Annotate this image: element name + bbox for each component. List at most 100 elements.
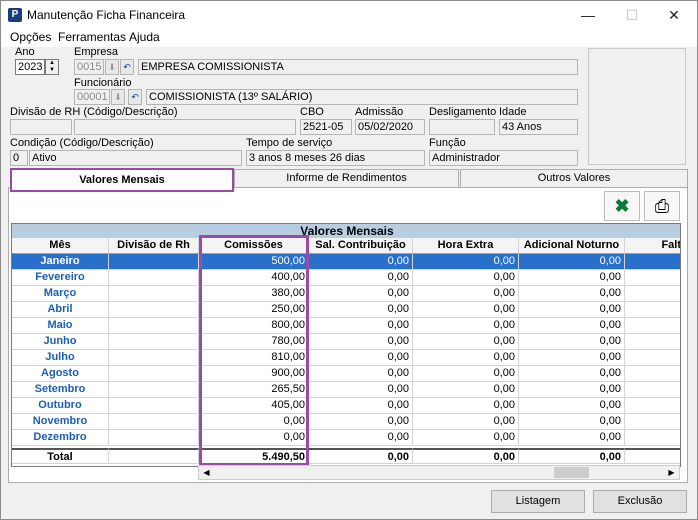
cell-sal-contribuicao[interactable]: 0,00 bbox=[309, 430, 413, 446]
cell-mes[interactable]: Agosto bbox=[12, 366, 109, 382]
scroll-right-icon[interactable]: ▶ bbox=[665, 467, 678, 479]
maximize-button[interactable]: ☐ bbox=[610, 1, 654, 29]
cell-faltas[interactable] bbox=[625, 302, 680, 318]
table-row[interactable]: Abril 250,00 0,00 0,00 0,00 bbox=[12, 302, 680, 318]
funcionario-undo-icon[interactable]: ↶ bbox=[128, 89, 142, 105]
minimize-button[interactable]: — bbox=[566, 1, 610, 29]
tab-outros-valores[interactable]: Outros Valores bbox=[460, 169, 688, 187]
cell-hora-extra[interactable]: 0,00 bbox=[413, 398, 519, 414]
col-faltas[interactable]: Falt bbox=[625, 238, 680, 254]
cell-adicional-noturno[interactable]: 0,00 bbox=[519, 398, 625, 414]
col-adicional-noturno[interactable]: Adicional Noturno bbox=[519, 238, 625, 254]
menu-ajuda[interactable]: Ajuda bbox=[129, 30, 160, 44]
cell-hora-extra[interactable]: 0,00 bbox=[413, 302, 519, 318]
cell-faltas[interactable] bbox=[625, 398, 680, 414]
cell-adicional-noturno[interactable]: 0,00 bbox=[519, 254, 625, 270]
scroll-thumb[interactable] bbox=[554, 467, 589, 478]
cell-faltas[interactable] bbox=[625, 350, 680, 366]
cell-mes[interactable]: Setembro bbox=[12, 382, 109, 398]
cell-divisao[interactable] bbox=[109, 382, 199, 398]
cell-hora-extra[interactable]: 0,00 bbox=[413, 318, 519, 334]
cell-adicional-noturno[interactable]: 0,00 bbox=[519, 286, 625, 302]
tab-informe-rendimentos[interactable]: Informe de Rendimentos bbox=[234, 169, 459, 187]
funcionario-search-icon[interactable]: ⬇ bbox=[111, 89, 125, 105]
exclusao-button[interactable]: Exclusão bbox=[593, 490, 687, 513]
cell-hora-extra[interactable]: 0,00 bbox=[413, 382, 519, 398]
cell-faltas[interactable] bbox=[625, 382, 680, 398]
cell-faltas[interactable] bbox=[625, 254, 680, 270]
cell-hora-extra[interactable]: 0,00 bbox=[413, 366, 519, 382]
table-row[interactable]: Junho 780,00 0,00 0,00 0,00 bbox=[12, 334, 680, 350]
col-mes[interactable]: Mês bbox=[12, 238, 109, 254]
table-row[interactable]: Janeiro 500,00 0,00 0,00 0,00 bbox=[12, 254, 680, 270]
cell-divisao[interactable] bbox=[109, 254, 199, 270]
ano-spinner[interactable]: ▲ ▼ bbox=[45, 59, 59, 75]
cell-sal-contribuicao[interactable]: 0,00 bbox=[309, 318, 413, 334]
cell-hora-extra[interactable]: 0,00 bbox=[413, 270, 519, 286]
cell-adicional-noturno[interactable]: 0,00 bbox=[519, 302, 625, 318]
empresa-code-field[interactable]: 0015 bbox=[74, 59, 104, 75]
cell-faltas[interactable] bbox=[625, 334, 680, 350]
cell-divisao[interactable] bbox=[109, 286, 199, 302]
cell-faltas[interactable] bbox=[625, 286, 680, 302]
close-button[interactable]: ✕ bbox=[652, 1, 696, 29]
cell-adicional-noturno[interactable]: 0,00 bbox=[519, 350, 625, 366]
empresa-search-icon[interactable]: ⬇ bbox=[105, 59, 119, 75]
table-row[interactable]: Maio 800,00 0,00 0,00 0,00 bbox=[12, 318, 680, 334]
cell-sal-contribuicao[interactable]: 0,00 bbox=[309, 350, 413, 366]
cell-faltas[interactable] bbox=[625, 414, 680, 430]
table-row[interactable]: Outubro 405,00 0,00 0,00 0,00 bbox=[12, 398, 680, 414]
tab-valores-mensais[interactable]: Valores Mensais bbox=[10, 168, 234, 192]
cell-mes[interactable]: Maio bbox=[12, 318, 109, 334]
cell-divisao[interactable] bbox=[109, 430, 199, 446]
cell-divisao[interactable] bbox=[109, 302, 199, 318]
cell-divisao[interactable] bbox=[109, 270, 199, 286]
cell-adicional-noturno[interactable]: 0,00 bbox=[519, 334, 625, 350]
col-hora-extra[interactable]: Hora Extra bbox=[413, 238, 519, 254]
col-divisao[interactable]: Divisão de Rh bbox=[109, 238, 199, 254]
table-row[interactable]: Março 380,00 0,00 0,00 0,00 bbox=[12, 286, 680, 302]
cell-sal-contribuicao[interactable]: 0,00 bbox=[309, 414, 413, 430]
empresa-undo-icon[interactable]: ↶ bbox=[120, 59, 134, 75]
cell-hora-extra[interactable]: 0,00 bbox=[413, 350, 519, 366]
table-row[interactable]: Novembro 0,00 0,00 0,00 0,00 bbox=[12, 414, 680, 430]
cell-mes[interactable]: Junho bbox=[12, 334, 109, 350]
cell-mes[interactable]: Fevereiro bbox=[12, 270, 109, 286]
cell-mes[interactable]: Abril bbox=[12, 302, 109, 318]
cell-divisao[interactable] bbox=[109, 350, 199, 366]
cell-hora-extra[interactable]: 0,00 bbox=[413, 334, 519, 350]
cell-faltas[interactable] bbox=[625, 318, 680, 334]
title-bar[interactable]: P Manutenção Ficha Financeira — ☐ ✕ bbox=[1, 1, 697, 29]
cell-faltas[interactable] bbox=[625, 366, 680, 382]
table-row[interactable]: Fevereiro 400,00 0,00 0,00 0,00 bbox=[12, 270, 680, 286]
scroll-left-icon[interactable]: ◀ bbox=[200, 467, 213, 479]
cell-mes[interactable]: Janeiro bbox=[12, 254, 109, 270]
printer-icon[interactable]: ⎙ bbox=[644, 191, 680, 221]
cell-sal-contribuicao[interactable]: 0,00 bbox=[309, 398, 413, 414]
table-row[interactable]: Julho 810,00 0,00 0,00 0,00 bbox=[12, 350, 680, 366]
cell-sal-contribuicao[interactable]: 0,00 bbox=[309, 334, 413, 350]
table-row[interactable]: Setembro 265,50 0,00 0,00 0,00 bbox=[12, 382, 680, 398]
cell-adicional-noturno[interactable]: 0,00 bbox=[519, 430, 625, 446]
horizontal-scrollbar[interactable]: ◀ ▶ bbox=[198, 465, 680, 480]
cell-adicional-noturno[interactable]: 0,00 bbox=[519, 414, 625, 430]
cell-mes[interactable]: Dezembro bbox=[12, 430, 109, 446]
cell-hora-extra[interactable]: 0,00 bbox=[413, 414, 519, 430]
table-row[interactable]: Agosto 900,00 0,00 0,00 0,00 bbox=[12, 366, 680, 382]
cell-mes[interactable]: Novembro bbox=[12, 414, 109, 430]
cell-sal-contribuicao[interactable]: 0,00 bbox=[309, 286, 413, 302]
cell-mes[interactable]: Julho bbox=[12, 350, 109, 366]
cell-hora-extra[interactable]: 0,00 bbox=[413, 254, 519, 270]
cell-mes[interactable]: Março bbox=[12, 286, 109, 302]
cell-adicional-noturno[interactable]: 0,00 bbox=[519, 366, 625, 382]
cell-adicional-noturno[interactable]: 0,00 bbox=[519, 318, 625, 334]
menu-opcoes[interactable]: Opções bbox=[10, 30, 51, 44]
cell-faltas[interactable] bbox=[625, 430, 680, 446]
cell-divisao[interactable] bbox=[109, 414, 199, 430]
cell-sal-contribuicao[interactable]: 0,00 bbox=[309, 382, 413, 398]
cell-divisao[interactable] bbox=[109, 366, 199, 382]
cell-sal-contribuicao[interactable]: 0,00 bbox=[309, 366, 413, 382]
ano-field[interactable]: 2023 bbox=[15, 59, 45, 75]
cell-faltas[interactable] bbox=[625, 270, 680, 286]
cell-divisao[interactable] bbox=[109, 398, 199, 414]
